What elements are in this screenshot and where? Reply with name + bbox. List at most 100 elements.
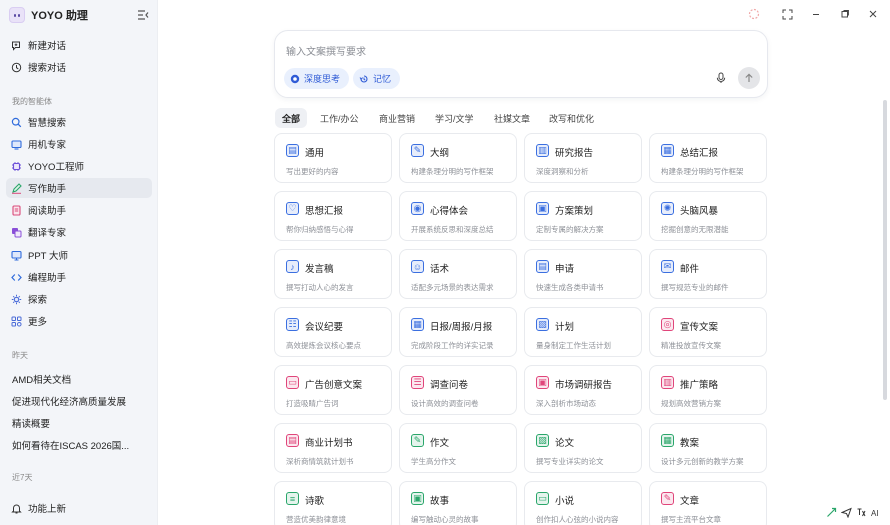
bottom-tray: AI	[826, 504, 886, 522]
template-card[interactable]: ▧ 计划 量身制定工作生活计划	[524, 307, 642, 357]
card-title: 通用	[305, 148, 325, 159]
template-card[interactable]: ✎ 文章 撰写主流平台文章	[649, 481, 767, 525]
template-card[interactable]: ☷ 会议纪要 高效提炼会议核心要点	[274, 307, 392, 357]
template-card[interactable]: ▧ 论文 撰写专业详实的论文	[524, 423, 642, 473]
history-item[interactable]: AMD相关文档	[12, 372, 152, 386]
promo-icon: ◎	[661, 318, 674, 331]
card-title: 心得体会	[430, 206, 469, 217]
card-title: 邮件	[680, 264, 700, 275]
tab-rewrite-optimize[interactable]: 改写和优化	[542, 108, 601, 128]
translate-icon	[11, 227, 22, 238]
translate-tray-icon[interactable]	[856, 507, 867, 520]
maximize-icon[interactable]	[839, 8, 851, 20]
tab-social-articles[interactable]: 社媒文章	[487, 108, 537, 128]
card-description: 挖掘创意的无限潜能	[661, 225, 729, 234]
scrollbar-thumb[interactable]	[883, 100, 887, 400]
template-card[interactable]: ▦ 教案 设计多元创新的教学方案	[649, 423, 767, 473]
search-chats-button[interactable]: 搜索对话	[6, 57, 152, 77]
card-title: 小说	[555, 496, 575, 507]
template-card[interactable]: ▣ 市场调研报告 深入剖析市场动态	[524, 365, 642, 415]
card-title: 商业计划书	[305, 438, 353, 449]
new-chat-button[interactable]: 新建对话	[6, 35, 152, 55]
template-card[interactable]: ≡ 诗歌 营造优美韵律意境	[274, 481, 392, 525]
card-title: 话术	[430, 264, 450, 275]
tab-business-marketing[interactable]: 商业营销	[372, 108, 422, 128]
template-card[interactable]: ▣ 方案策划 定制专属的解决方案	[524, 191, 642, 241]
template-card[interactable]: ✎ 作文 学生高分作文	[399, 423, 517, 473]
fullscreen-icon[interactable]	[781, 8, 793, 20]
template-card[interactable]: ▭ 广告创意文案 打造吸睛广告词	[274, 365, 392, 415]
card-description: 撰写打动人心的发言	[286, 283, 354, 292]
history-item[interactable]: 促进现代化经济高质量发展	[12, 394, 152, 408]
link-icon[interactable]	[826, 507, 837, 520]
send-button[interactable]	[738, 67, 760, 89]
code-icon	[11, 272, 22, 283]
clipboard-icon: ▧	[536, 318, 549, 331]
composer[interactable]: 输入文案撰写要求 深度思考 记忆	[274, 30, 768, 98]
microphone-icon[interactable]	[715, 72, 727, 84]
sidebar-item-label: 写作助手	[28, 184, 67, 195]
minimize-icon[interactable]	[810, 8, 822, 20]
card-title: 调查问卷	[430, 380, 469, 391]
template-card[interactable]: ✺ 头脑风暴 挖掘创意的无限潜能	[649, 191, 767, 241]
template-card[interactable]: ▣ 故事 编写触动心灵的故事	[399, 481, 517, 525]
doc-icon: ▤	[286, 144, 299, 157]
template-card[interactable]: ◉ 心得体会 开展系统反思和深度总结	[399, 191, 517, 241]
tab-all[interactable]: 全部	[275, 108, 308, 128]
card-description: 撰写主流平台文章	[661, 515, 721, 524]
template-card[interactable]: ▦ 总结汇报 构建条理分明的写作框架	[649, 133, 767, 183]
sidebar-item-more[interactable]: 更多	[6, 311, 152, 331]
close-icon[interactable]	[867, 8, 879, 20]
template-card[interactable]: ◎ 宣传文案 精准投放宣传文案	[649, 307, 767, 357]
memory-toggle[interactable]: 记忆	[353, 68, 401, 89]
report-icon: ▥	[536, 144, 549, 157]
send-plane-icon[interactable]	[840, 507, 852, 520]
clock-search-icon	[11, 62, 22, 73]
template-card[interactable]: ▤ 申请 快速生成各类申请书	[524, 249, 642, 299]
strategy-icon: ▥	[661, 376, 674, 389]
chat-plus-icon	[11, 40, 22, 51]
history-item[interactable]: 精读概要	[12, 416, 152, 430]
sidebar-item-label: 阅读助手	[28, 206, 67, 217]
whats-new-button[interactable]: 功能上新	[6, 498, 152, 518]
template-card[interactable]: ▤ 通用 写出更好的内容	[274, 133, 392, 183]
card-title: 教案	[680, 438, 700, 449]
template-card[interactable]: ▦ 日报/周报/月报 完成阶段工作的详实记录	[399, 307, 517, 357]
sidebar-item-smart-search[interactable]: 智慧搜索	[6, 112, 152, 132]
paper-icon: ▧	[536, 434, 549, 447]
template-card[interactable]: ♡ 思想汇报 帮你归纳感悟与心得	[274, 191, 392, 241]
card-title: 大纲	[430, 148, 450, 159]
card-description: 打造吸睛广告词	[286, 399, 339, 408]
sidebar-item-label: 探索	[28, 295, 48, 306]
template-card[interactable]: ☰ 调查问卷 设计高效的调查问卷	[399, 365, 517, 415]
card-title: 推广策略	[680, 380, 719, 391]
template-card[interactable]: ▥ 推广策略 规划高效营销方案	[649, 365, 767, 415]
sidebar-item-writing-assistant[interactable]: 写作助手	[6, 178, 152, 198]
template-card[interactable]: ▤ 商业计划书 深析商情筑就计划书	[274, 423, 392, 473]
history-item[interactable]: 如何看待在ISCAS 2026国...	[12, 438, 152, 452]
sidebar-item-device-expert[interactable]: 用机专家	[6, 134, 152, 154]
calendar-icon: ▦	[411, 318, 424, 331]
deep-think-toggle[interactable]: 深度思考	[284, 68, 350, 89]
card-title: 市场调研报告	[555, 380, 613, 391]
template-card[interactable]: ▭ 小说 创作扣人心弦的小说内容	[524, 481, 642, 525]
sidebar-item-translation-expert[interactable]: 翻译专家	[6, 222, 152, 242]
template-card[interactable]: ♪ 发言稿 撰写打动人心的发言	[274, 249, 392, 299]
ai-label[interactable]: AI	[871, 509, 879, 518]
sidebar-item-label: 更多	[28, 317, 48, 328]
tab-study-literature[interactable]: 学习/文学	[428, 108, 481, 128]
template-card[interactable]: ✉ 邮件 撰写规范专业的邮件	[649, 249, 767, 299]
composer-input[interactable]: 输入文案撰写要求	[286, 43, 366, 58]
apply-icon: ▤	[536, 260, 549, 273]
sidebar-item-ppt-master[interactable]: PPT 大师	[6, 245, 152, 265]
template-card[interactable]: ▥ 研究报告 深度洞察和分析	[524, 133, 642, 183]
sidebar-item-reading-assistant[interactable]: 阅读助手	[6, 200, 152, 220]
template-card[interactable]: ☺ 话术 适配多元场景的表达需求	[399, 249, 517, 299]
collapse-sidebar-icon[interactable]	[136, 8, 150, 22]
grid-icon	[11, 316, 22, 327]
sidebar-item-explore[interactable]: 探索	[6, 289, 152, 309]
sidebar-item-yoyo-engineer[interactable]: YOYO工程师	[6, 156, 152, 176]
tab-work-office[interactable]: 工作/办公	[313, 108, 366, 128]
sidebar-item-coding-assistant[interactable]: 编程助手	[6, 267, 152, 287]
template-card[interactable]: ✎ 大纲 构建条理分明的写作框架	[399, 133, 517, 183]
